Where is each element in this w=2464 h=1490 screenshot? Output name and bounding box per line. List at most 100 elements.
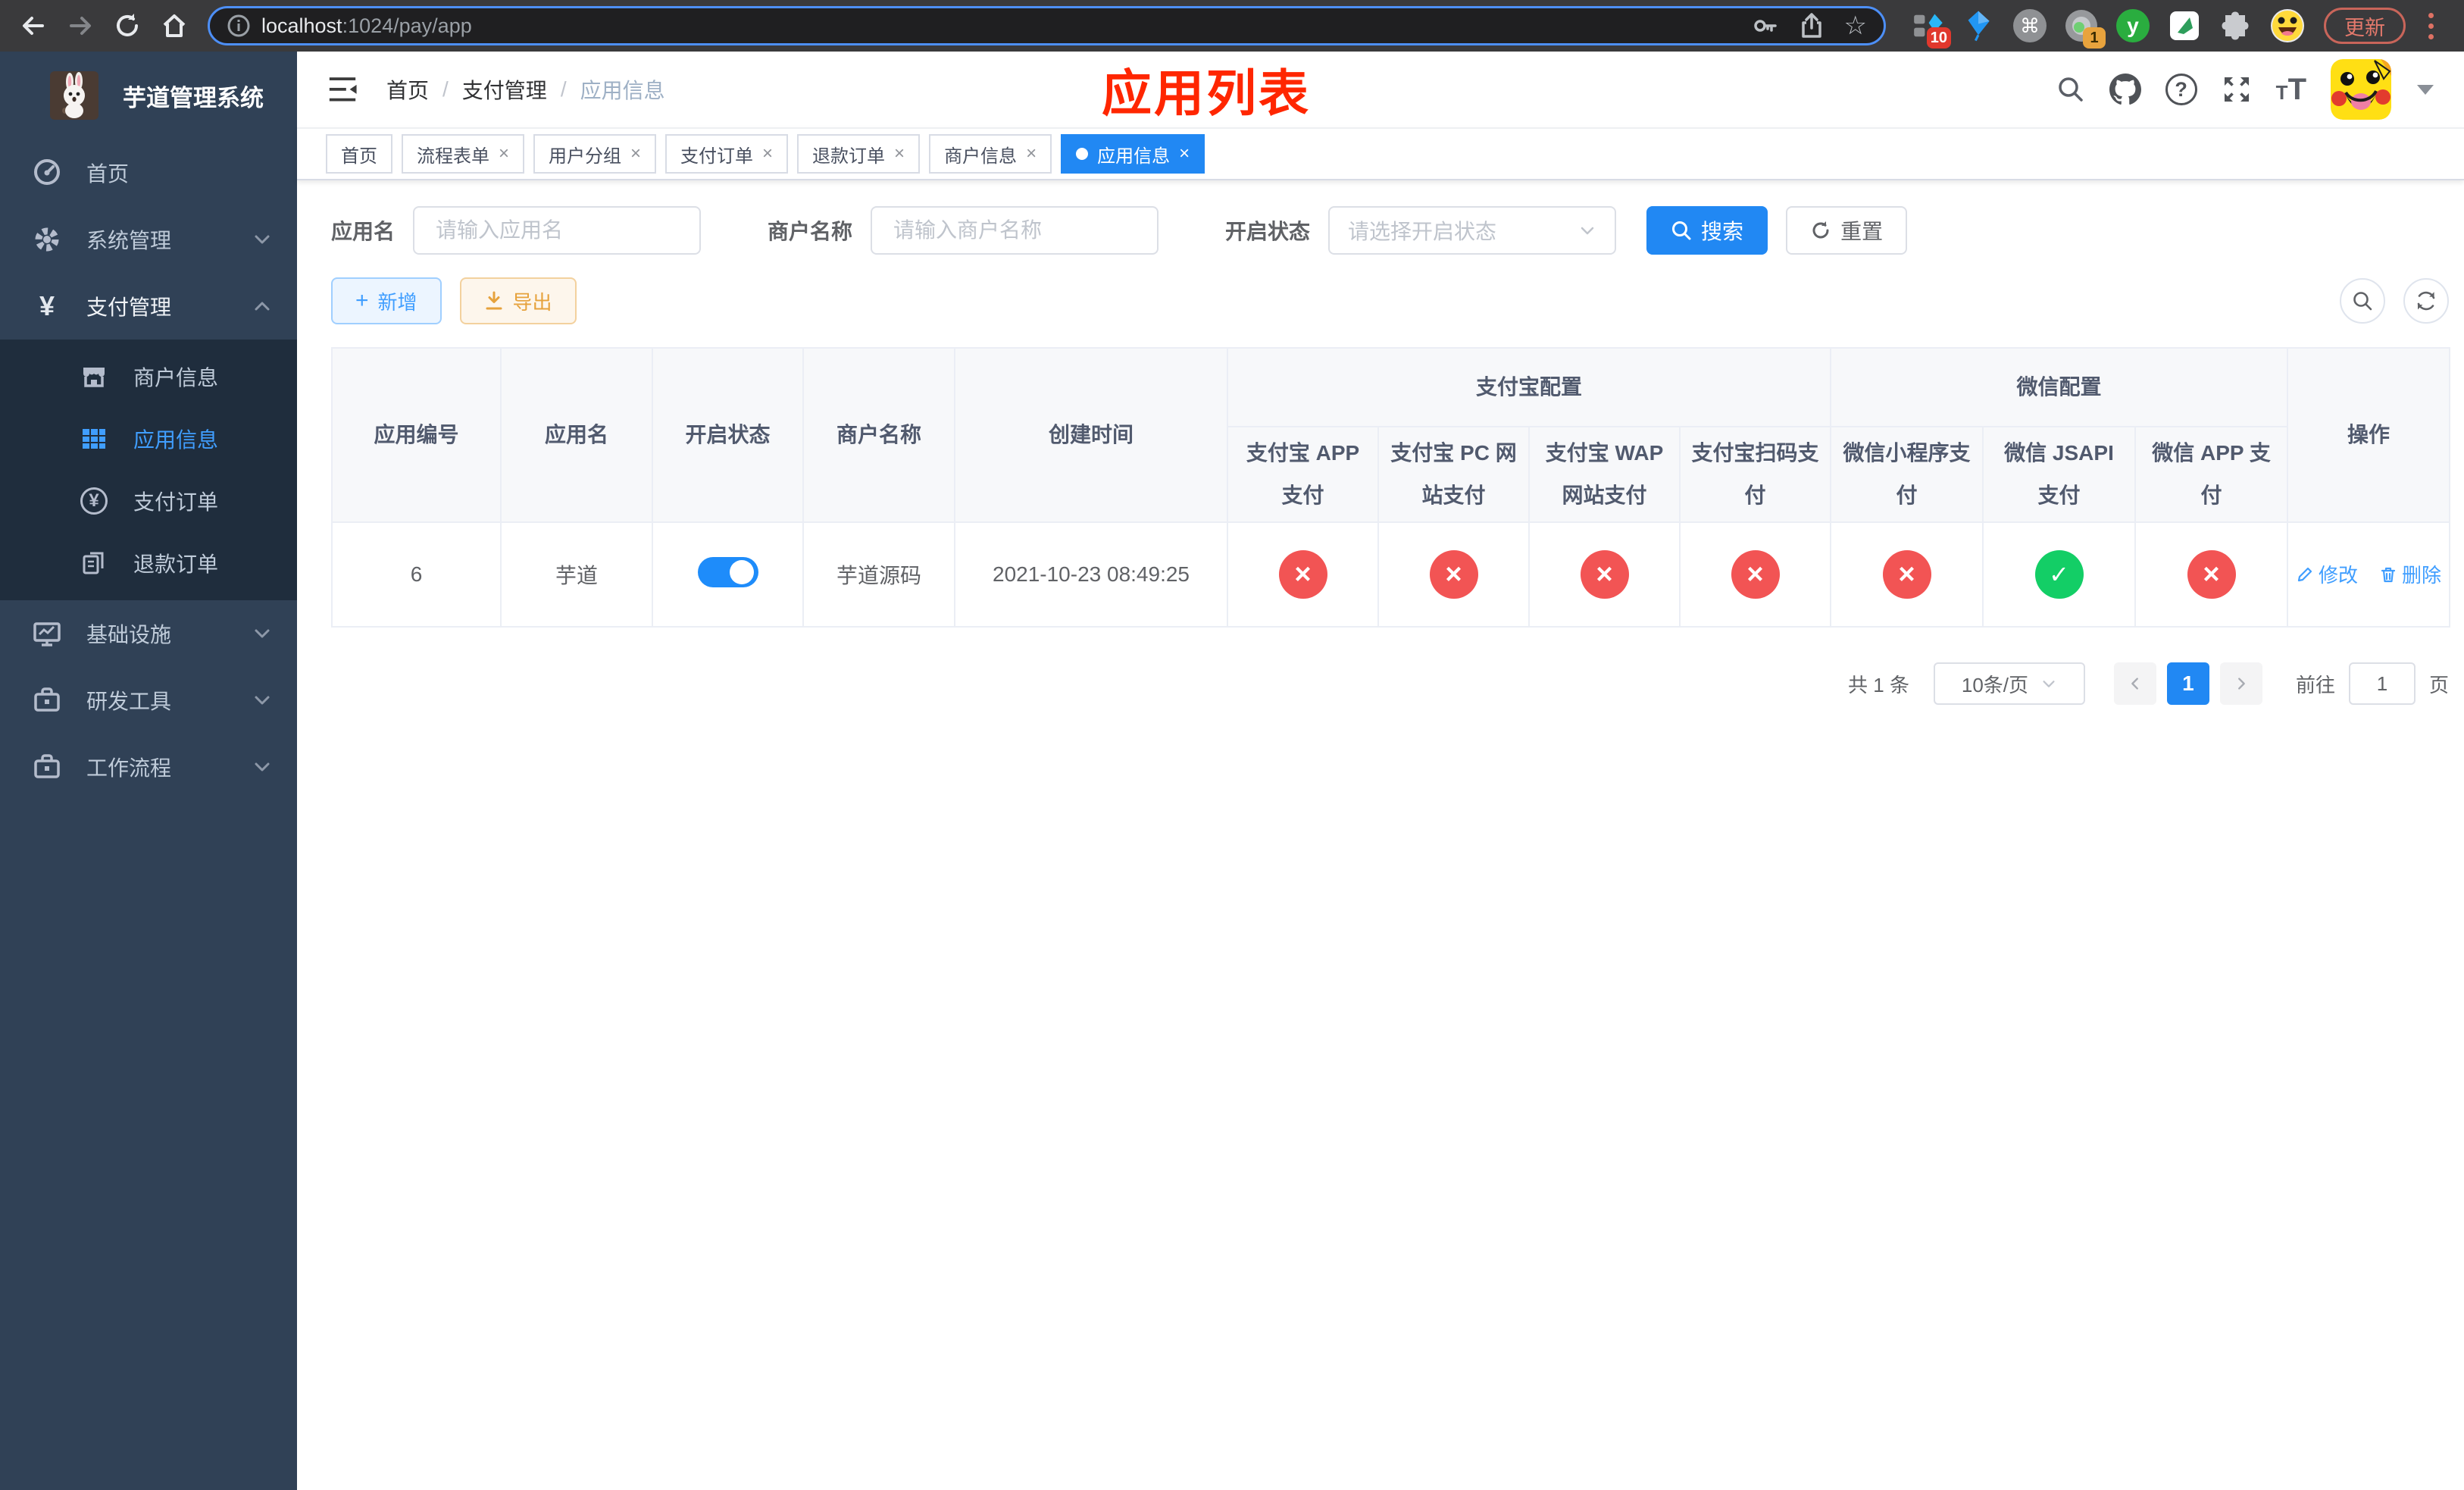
- export-button[interactable]: 导出: [459, 277, 577, 324]
- sidebar-item-merchant-info[interactable]: 商户信息: [0, 346, 297, 408]
- search-icon: [1671, 220, 1692, 241]
- back-icon[interactable]: [12, 5, 55, 47]
- sidebar-item-infrastructure[interactable]: 基础设施: [0, 600, 297, 667]
- puzzle-extensions-menu-icon[interactable]: [2218, 8, 2254, 44]
- share-icon[interactable]: [1799, 12, 1825, 39]
- github-icon[interactable]: [2109, 74, 2141, 105]
- status-toggle[interactable]: [697, 556, 758, 587]
- cell-alipay-wap: [1528, 521, 1681, 628]
- prev-page-button[interactable]: [2113, 662, 2156, 705]
- monitor-chart-icon: [32, 619, 62, 648]
- plus-icon: +: [355, 288, 369, 313]
- tab-app-info[interactable]: 应用信息 ×: [1061, 134, 1205, 174]
- extensions-row: 10 ⌘ 1 y: [1909, 8, 2306, 49]
- breadcrumb-home[interactable]: 首页: [386, 74, 429, 105]
- store-icon: [79, 363, 109, 390]
- sidebar-item-system[interactable]: 系统管理: [0, 206, 297, 273]
- profile-emoji-icon[interactable]: [2269, 8, 2306, 44]
- tab-payment-orders[interactable]: 支付订单 ×: [665, 134, 789, 174]
- status-fail-icon: [1429, 550, 1478, 599]
- sidebar-item-app-info[interactable]: 应用信息: [0, 408, 297, 470]
- chrome-menu-icon[interactable]: [2421, 12, 2441, 39]
- close-icon[interactable]: ×: [1026, 143, 1037, 164]
- col-wx-mini: 微信小程序支付: [1830, 426, 1984, 523]
- col-merchant: 商户名称: [802, 347, 955, 523]
- sidebar-item-refund-orders[interactable]: 退款订单: [0, 532, 297, 594]
- pagination: 共 1 条 10条/页 1 前往 页: [331, 662, 2449, 705]
- tab-home[interactable]: 首页: [326, 134, 392, 174]
- help-icon[interactable]: ?: [2165, 74, 2197, 105]
- search-button[interactable]: 搜索: [1646, 206, 1768, 255]
- close-icon[interactable]: ×: [499, 143, 509, 164]
- y-extension-icon[interactable]: y: [2115, 8, 2151, 44]
- sidebar-item-home[interactable]: 首页: [0, 139, 297, 206]
- close-icon[interactable]: ×: [1179, 143, 1190, 164]
- app-name-input[interactable]: [413, 206, 702, 255]
- cell-wx-jsapi: [1982, 521, 2137, 628]
- cell-alipay-app: [1227, 521, 1379, 628]
- pencil-icon: [2297, 567, 2312, 581]
- fullscreen-icon[interactable]: [2222, 74, 2252, 105]
- cell-status: [652, 521, 804, 628]
- grid-table-icon: [79, 425, 109, 452]
- font-size-icon[interactable]: TT: [2276, 74, 2306, 105]
- page-size-select[interactable]: 10条/页: [1933, 662, 2085, 705]
- url-text[interactable]: localhost:1024/pay/app: [261, 14, 1741, 38]
- status-fail-icon: [1278, 550, 1327, 599]
- tab-merchant-info[interactable]: 商户信息 ×: [929, 134, 1052, 174]
- close-icon[interactable]: ×: [894, 143, 905, 164]
- reload-icon[interactable]: [106, 5, 149, 47]
- merchant-name-input[interactable]: [871, 206, 1159, 255]
- edit-link[interactable]: 修改: [2296, 560, 2358, 588]
- cell-alipay-pc: [1377, 521, 1530, 628]
- cell-actions: 修改 删除: [2287, 521, 2451, 628]
- search-icon[interactable]: [2056, 75, 2085, 104]
- next-page-button[interactable]: [2219, 662, 2262, 705]
- forward-icon[interactable]: [59, 5, 102, 47]
- sidebar-item-dev-tools[interactable]: 研发工具: [0, 667, 297, 734]
- session-extension-icon[interactable]: 1: [2063, 8, 2106, 49]
- chevron-down-icon: [253, 758, 271, 776]
- tab-user-group[interactable]: 用户分组 ×: [533, 134, 657, 174]
- grid-extension-icon[interactable]: 10: [1909, 8, 1951, 49]
- cell-wx-mini: [1830, 521, 1984, 628]
- col-app-id: 应用编号: [331, 347, 502, 523]
- sidebar-item-payment-orders[interactable]: ¥ 支付订单: [0, 470, 297, 532]
- site-info-icon[interactable]: [227, 14, 251, 38]
- col-alipay-wap: 支付宝 WAP 网站支付: [1528, 426, 1681, 523]
- refresh-table-button[interactable]: [2403, 278, 2449, 324]
- close-icon[interactable]: ×: [762, 143, 773, 164]
- refresh-icon: [1810, 220, 1831, 241]
- col-group-alipay: 支付宝配置: [1226, 347, 1832, 427]
- home-icon[interactable]: [153, 5, 195, 47]
- tab-process-form[interactable]: 流程表单 ×: [402, 134, 525, 174]
- chevron-down-icon: [2043, 681, 2055, 687]
- command-extension-icon[interactable]: ⌘: [2012, 8, 2048, 44]
- password-key-icon[interactable]: [1752, 12, 1779, 39]
- caret-down-icon[interactable]: [2417, 84, 2434, 95]
- navbar: 首页 / 支付管理 / 应用信息 应用列表 ? T T: [297, 52, 2464, 127]
- col-wx-app: 微信 APP 支付: [2134, 426, 2289, 523]
- goto-page-input[interactable]: [2348, 662, 2416, 705]
- chrome-update-button[interactable]: 更新: [2324, 8, 2406, 44]
- tab-refund-orders[interactable]: 退款订单 ×: [797, 134, 921, 174]
- url-bar[interactable]: localhost:1024/pay/app ☆: [208, 6, 1886, 45]
- avatar[interactable]: [2331, 59, 2391, 120]
- show-search-toggle-button[interactable]: [2340, 278, 2385, 324]
- delete-link[interactable]: 删除: [2379, 560, 2441, 588]
- chevron-down-icon: [1578, 221, 1596, 239]
- notes-extension-icon[interactable]: [2166, 8, 2203, 44]
- breadcrumb-payment[interactable]: 支付管理: [462, 74, 547, 105]
- close-icon[interactable]: ×: [630, 143, 641, 164]
- status-select[interactable]: 请选择开启状态: [1328, 206, 1617, 255]
- sidebar-fold-icon[interactable]: [326, 73, 359, 106]
- add-button[interactable]: + 新增: [331, 277, 442, 324]
- cell-created: 2021-10-23 08:49:25: [954, 521, 1228, 628]
- reset-button[interactable]: 重置: [1786, 206, 1908, 255]
- status-fail-icon: [1731, 550, 1780, 599]
- sidebar-item-payment[interactable]: ¥ 支付管理: [0, 273, 297, 340]
- page-number-1[interactable]: 1: [2166, 662, 2209, 705]
- bookmark-star-icon[interactable]: ☆: [1844, 11, 1867, 41]
- kite-extension-icon[interactable]: [1960, 8, 1997, 44]
- sidebar-item-workflow[interactable]: 工作流程: [0, 734, 297, 800]
